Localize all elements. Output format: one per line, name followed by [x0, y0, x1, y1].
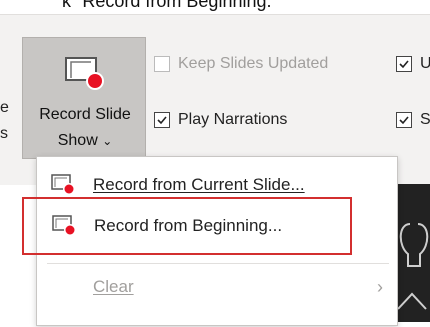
checkbox-label: U [420, 55, 430, 72]
keep-slides-updated-checkbox[interactable]: Keep Slides Updated [154, 55, 328, 73]
chevron-down-icon: ⌄ [102, 134, 113, 148]
checkbox-label: S [420, 111, 430, 128]
menu-separator [47, 263, 389, 264]
cut-off-label-2: s [0, 125, 8, 142]
record-slide-show-icon [65, 57, 104, 90]
u-checkbox[interactable]: U [396, 55, 430, 73]
menu-item-label: Record from Beginning... [94, 216, 283, 235]
record-button-label-line2-text: Show [57, 132, 98, 149]
s-checkbox[interactable]: S [396, 111, 430, 129]
record-slide-icon [51, 174, 75, 195]
record-button-label-line2: Show ⌄ [23, 132, 147, 150]
menu-item-label: Record from Current Slide... [93, 175, 305, 194]
menu-item-record-from-beginning[interactable]: Record from Beginning... [22, 197, 352, 255]
tutorial-caption: k "Record from Beginning." [0, 0, 430, 19]
check-icon [399, 60, 409, 69]
record-slide-icon [52, 215, 76, 236]
check-icon [399, 116, 409, 125]
record-slide-show-button[interactable]: Record Slide Show ⌄ [22, 37, 146, 159]
record-dropdown-menu: Record from Current Slide... Record from… [22, 156, 399, 326]
lightbulb-image [397, 223, 429, 310]
slide-thumbnail-area [397, 184, 430, 322]
caption-text: k "Record from Beginning." [62, 0, 278, 11]
checkbox-box [396, 56, 412, 72]
menu-item-label: Clear [93, 277, 134, 296]
checkbox-box [154, 112, 170, 128]
checkbox-box [396, 112, 412, 128]
check-icon [157, 116, 167, 125]
play-narrations-checkbox[interactable]: Play Narrations [154, 111, 287, 129]
chevron-right-icon: › [377, 276, 383, 297]
checkbox-box [154, 56, 170, 72]
menu-item-clear[interactable]: Clear › [37, 265, 399, 309]
checkbox-label: Keep Slides Updated [178, 55, 329, 72]
checkbox-label: Play Narrations [178, 111, 288, 128]
cut-off-label-1: e [0, 99, 9, 116]
record-button-label-line1: Record Slide [39, 106, 131, 123]
